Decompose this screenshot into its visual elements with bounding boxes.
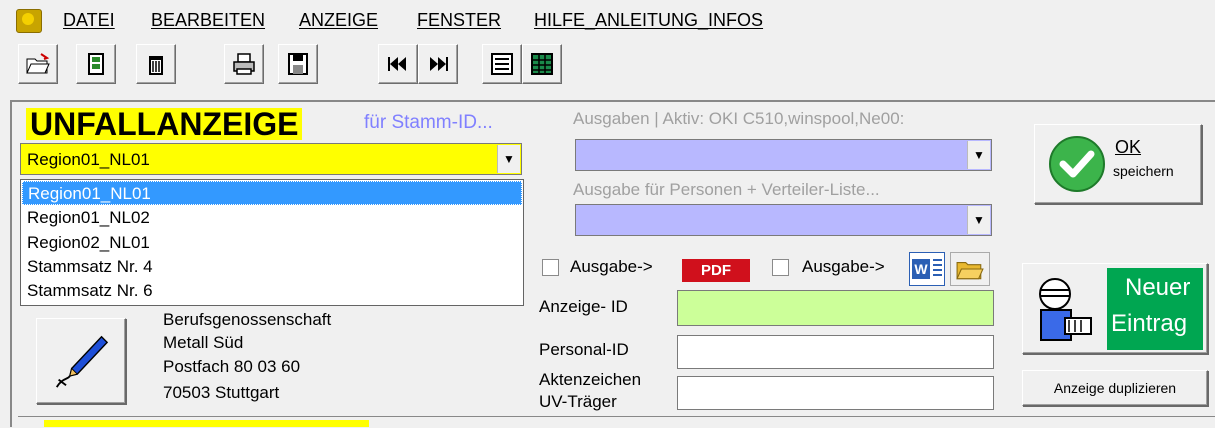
persons-distribution-select[interactable]: ▼ [575,204,992,236]
open-folder-icon [26,53,50,74]
table-view-icon [531,53,553,75]
highlight-bar [44,420,369,427]
region-option[interactable]: Region01_NL01 [22,181,522,205]
insurer-address-line: 70503 Stuttgart [163,383,280,402]
injured-person-icon [1039,278,1092,341]
first-record-button[interactable] [378,44,418,84]
region-select-value: Region01_NL01 [27,150,150,169]
list-view-icon [491,53,513,75]
pen-signature-icon [55,335,109,388]
ok-label: OK [1115,137,1142,157]
insurer-address-line: Postfach 80 03 60 [163,357,301,376]
list-view-button[interactable] [482,44,522,84]
region-option[interactable]: Stammsatz Nr. 4 [22,255,522,279]
pdf-icon: PDF [682,259,750,282]
personal-id-label: Personal-ID [539,340,629,359]
chevron-down-icon[interactable]: ▼ [967,141,990,169]
checkmark-icon [1049,136,1105,192]
uv-traeger-label: UV-Träger [539,392,617,411]
first-record-icon [388,57,406,71]
region-option[interactable]: Stammsatz Nr. 6 [22,279,522,303]
table-view-button[interactable] [522,44,562,84]
open-folder-icon [956,262,984,280]
personal-id-field[interactable] [677,335,994,369]
region-option[interactable]: Region01_NL02 [22,206,522,230]
aktenzeichen-label: Aktenzeichen [539,370,642,389]
word-document-icon[interactable]: W [909,252,945,286]
print-button[interactable] [224,44,264,84]
open-folder-button[interactable] [950,252,990,286]
ok-save-button[interactable]: OK speichern [1034,124,1202,204]
page-subtitle: für Stamm-ID... [364,112,493,133]
new-entry-button[interactable]: Neuer Eintrag [1022,263,1208,354]
region-select[interactable]: Region01_NL01 ▼ [20,143,522,175]
app-logo-icon [16,9,42,33]
page-title: UNFALLANZEIGE [26,108,303,140]
cabinet-icon [88,53,104,75]
last-record-button[interactable] [418,44,458,84]
menu-bearbeiten[interactable]: BEARBEITEN [151,10,265,31]
new-entry-label: Eintrag [1111,310,1188,337]
pdf-output-checkbox[interactable] [542,259,559,276]
duplicate-button[interactable]: Anzeige duplizieren [1022,370,1208,406]
word-output-label: Ausgabe-> [802,257,885,276]
printer-label: Ausgaben | Aktiv: OKI C510,winspool,Ne00… [573,109,905,128]
menu-hilfe[interactable]: HILFE_ANLEITUNG_INFOS [534,10,763,31]
persons-distribution-label: Ausgabe für Personen + Verteiler-Liste..… [573,180,880,199]
menu-datei[interactable]: DATEI [63,10,115,31]
open-button[interactable] [18,44,58,84]
menu-fenster[interactable]: FENSTER [417,10,501,31]
new-entry-label: Neuer [1125,274,1191,301]
trash-icon [149,56,163,75]
region-dropdown-list: Region01_NL01 Region01_NL02 Region02_NL0… [20,179,524,306]
delete-button[interactable] [136,44,176,84]
chevron-down-icon[interactable]: ▼ [967,206,990,234]
anzeige-id-label: Anzeige- ID [539,297,628,316]
printer-select[interactable]: ▼ [575,139,992,171]
menu-anzeige[interactable]: ANZEIGE [299,10,378,31]
anzeige-id-field[interactable] [677,290,994,326]
insurer-address-line: Berufsgenossenschaft [163,310,332,329]
save-label: speichern [1113,163,1174,179]
last-record-icon [430,57,448,71]
printer-icon [233,53,255,75]
cabinet-button[interactable] [76,44,116,84]
menu-bar: DATEI BEARBEITEN ANZEIGE FENSTER HILFE_A… [0,0,1215,40]
region-option[interactable]: Region02_NL01 [22,231,522,255]
word-output-checkbox[interactable] [772,259,789,276]
aktenzeichen-field[interactable] [677,376,994,410]
pdf-output-label: Ausgabe-> [570,257,653,276]
chevron-down-icon[interactable]: ▼ [497,145,520,173]
save-disk-icon [288,53,308,75]
insurer-address-line: Metall Süd [163,333,244,352]
signature-button[interactable] [36,318,126,404]
save-button[interactable] [278,44,318,84]
